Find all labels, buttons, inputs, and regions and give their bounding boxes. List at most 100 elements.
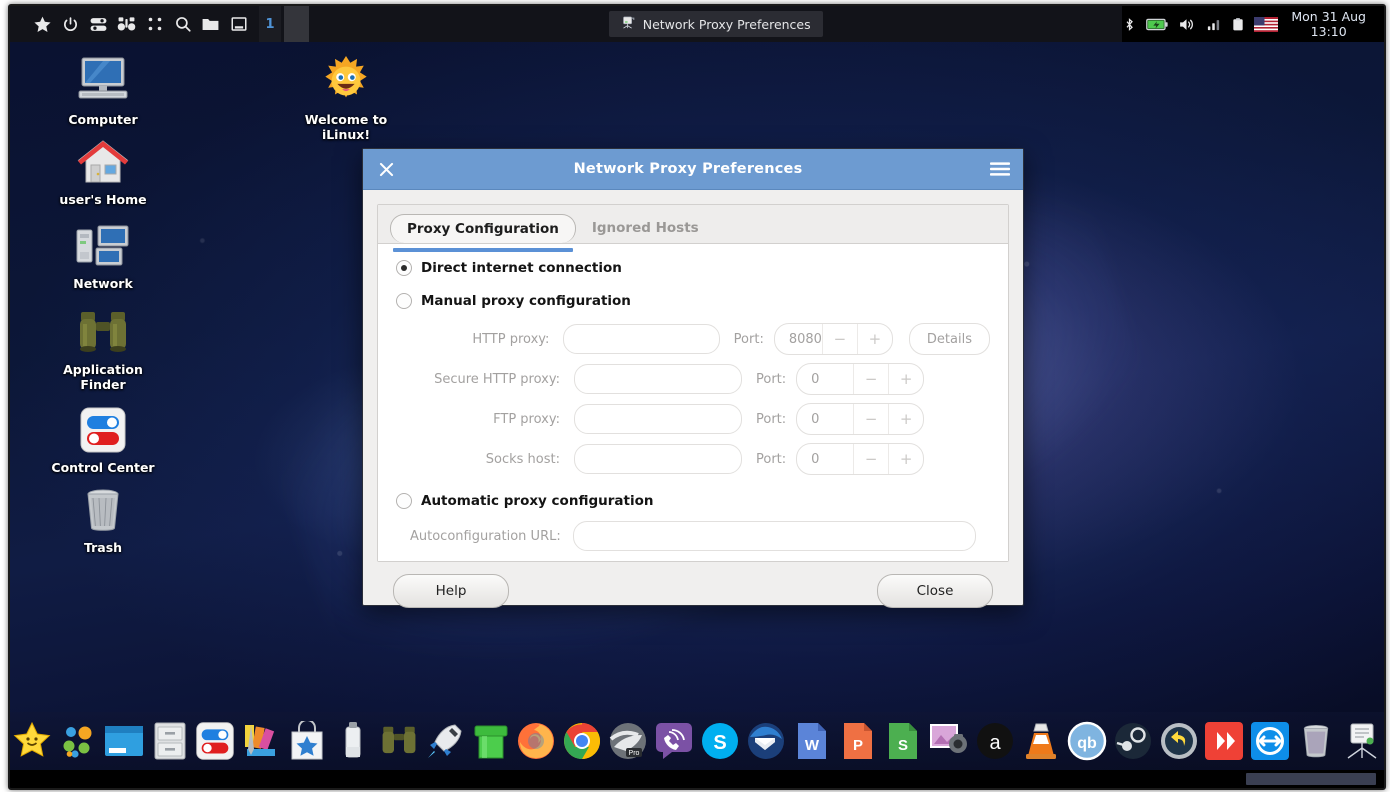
dock-item-viber[interactable]: [652, 718, 696, 764]
network-signal-icon[interactable]: [1205, 17, 1222, 32]
dock-item-color-palette[interactable]: [239, 718, 283, 764]
dock-item-binoculars[interactable]: [377, 718, 421, 764]
clock[interactable]: Mon 31 Aug 13:10: [1287, 9, 1374, 39]
taskbar-item-label: Network Proxy Preferences: [642, 16, 811, 32]
spinner-increment-icon[interactable]: +: [888, 364, 923, 394]
secure-http-proxy-input[interactable]: [574, 364, 742, 394]
dock-item-terminal-window[interactable]: [102, 718, 146, 764]
spinner-decrement-icon[interactable]: −: [853, 364, 888, 394]
settings-toggle-icon[interactable]: [86, 12, 111, 37]
desktop-icon-control-center[interactable]: Control Center: [42, 404, 164, 475]
autoconfig-row: Autoconfiguration URL:: [410, 521, 990, 551]
computer-icon: [73, 56, 133, 106]
desktop-icon-home[interactable]: user's Home: [42, 136, 164, 207]
dock-item-opera-pro[interactable]: Pro: [606, 718, 650, 764]
keyboard-flag-icon[interactable]: [1254, 16, 1279, 32]
taskbar-item-network-proxy[interactable]: Network Proxy Preferences: [608, 11, 823, 37]
grid-apps-icon[interactable]: [142, 12, 167, 37]
dock-item-qbittorrent[interactable]: qb: [1065, 718, 1109, 764]
window-icon[interactable]: [226, 12, 251, 37]
dock-item-chrome[interactable]: [560, 718, 604, 764]
dock-item-bubbles[interactable]: [56, 718, 100, 764]
radio-button[interactable]: [396, 493, 412, 509]
desktop-icon-welcome[interactable]: Welcome to iLinux!: [285, 56, 407, 142]
spinner-decrement-icon[interactable]: −: [853, 404, 888, 434]
dock-item-presentation[interactable]: P: [836, 718, 880, 764]
desktop-icon-network[interactable]: Network: [42, 220, 164, 291]
clipboard-icon[interactable]: [1231, 16, 1245, 33]
spinner-increment-icon[interactable]: +: [888, 444, 923, 474]
network-icon: [74, 220, 132, 270]
dock-item-teamviewer[interactable]: [1248, 718, 1292, 764]
tab-proxy-configuration[interactable]: Proxy Configuration: [390, 214, 576, 252]
dock-item-vlc[interactable]: [1019, 718, 1063, 764]
secure-http-port-spinner[interactable]: 0 − +: [796, 363, 925, 395]
home-folder-icon: [76, 136, 130, 186]
dock-item-firefox[interactable]: [515, 718, 559, 764]
dock-item-restore[interactable]: [1157, 718, 1201, 764]
desktop-icon-trash[interactable]: Trash: [42, 484, 164, 555]
dock-item-file-cabinet[interactable]: [148, 718, 192, 764]
svg-text:P: P: [852, 737, 862, 754]
desktop-icon-app-finder[interactable]: Application Finder: [42, 306, 164, 392]
clock-date: Mon 31 Aug: [1291, 9, 1366, 24]
search-icon[interactable]: [170, 12, 195, 37]
dock-item-thunderbird[interactable]: [744, 718, 788, 764]
http-port-spinner[interactable]: 8080 − +: [773, 323, 893, 355]
socks-host-input[interactable]: [574, 444, 742, 474]
radio-button[interactable]: [396, 260, 412, 276]
dock-item-anydesk[interactable]: [1202, 718, 1246, 764]
radio-automatic-proxy[interactable]: Automatic proxy configuration: [396, 493, 990, 509]
port-value[interactable]: 0: [797, 364, 853, 394]
task-list: Network Proxy Preferences: [309, 6, 1122, 42]
radio-manual-proxy[interactable]: Manual proxy configuration: [396, 293, 990, 309]
dock-item-paint-tube[interactable]: [331, 718, 375, 764]
ftp-port-spinner[interactable]: 0 − +: [796, 403, 925, 435]
autoconfig-url-input[interactable]: [572, 521, 976, 551]
ftp-proxy-input[interactable]: [574, 404, 742, 434]
dock-item-rocket[interactable]: [423, 718, 467, 764]
dock-item-audacious[interactable]: a: [973, 718, 1017, 764]
close-button[interactable]: Close: [877, 574, 993, 608]
tab-ignored-hosts[interactable]: Ignored Hosts: [576, 213, 715, 243]
svg-text:S: S: [713, 732, 726, 754]
bluetooth-icon[interactable]: [1122, 16, 1137, 33]
hamburger-menu-icon[interactable]: [977, 149, 1023, 189]
dock-item-app-store[interactable]: [285, 718, 329, 764]
task-strip-chip[interactable]: [1246, 773, 1376, 785]
port-value[interactable]: 0: [797, 404, 853, 434]
dock-item-network-config[interactable]: [1340, 718, 1384, 764]
radio-button[interactable]: [396, 293, 412, 309]
star-icon[interactable]: [30, 12, 55, 37]
spinner-increment-icon[interactable]: +: [888, 404, 923, 434]
spinner-increment-icon[interactable]: +: [856, 324, 892, 354]
dock-item-trash[interactable]: [1294, 718, 1338, 764]
http-proxy-input[interactable]: [563, 324, 720, 354]
power-icon[interactable]: [58, 12, 83, 37]
workspace-indicator[interactable]: 1: [259, 6, 281, 42]
volume-icon[interactable]: [1177, 16, 1196, 33]
binoculars-icon[interactable]: [114, 12, 139, 37]
socks-port-spinner[interactable]: 0 − +: [796, 443, 925, 475]
spinner-decrement-icon[interactable]: −: [821, 324, 857, 354]
dock-item-control-center[interactable]: [194, 718, 238, 764]
port-value[interactable]: 0: [797, 444, 853, 474]
radio-direct-connection[interactable]: Direct internet connection: [396, 260, 990, 276]
dock-item-screenshot[interactable]: [927, 718, 971, 764]
dock-item-star-face[interactable]: [10, 718, 54, 764]
dock-item-steam[interactable]: [1111, 718, 1155, 764]
dock-item-skype[interactable]: S: [698, 718, 742, 764]
desktop-icon-computer[interactable]: Computer: [42, 56, 164, 127]
battery-icon[interactable]: [1146, 17, 1169, 32]
details-button[interactable]: Details: [908, 323, 990, 355]
port-value[interactable]: 8080: [775, 324, 822, 354]
dock-item-spreadsheet[interactable]: S: [881, 718, 925, 764]
workspace-switcher-slot[interactable]: [284, 6, 309, 42]
dock-item-green-pipe[interactable]: [469, 718, 513, 764]
dock-item-word-processor[interactable]: W: [790, 718, 834, 764]
folder-icon[interactable]: [198, 12, 223, 37]
help-button[interactable]: Help: [393, 574, 509, 608]
spinner-decrement-icon[interactable]: −: [853, 444, 888, 474]
top-panel: 1 Network Proxy Preferences Mon 31 Aug 1…: [10, 6, 1384, 42]
panel-launchers: 1: [10, 6, 309, 42]
